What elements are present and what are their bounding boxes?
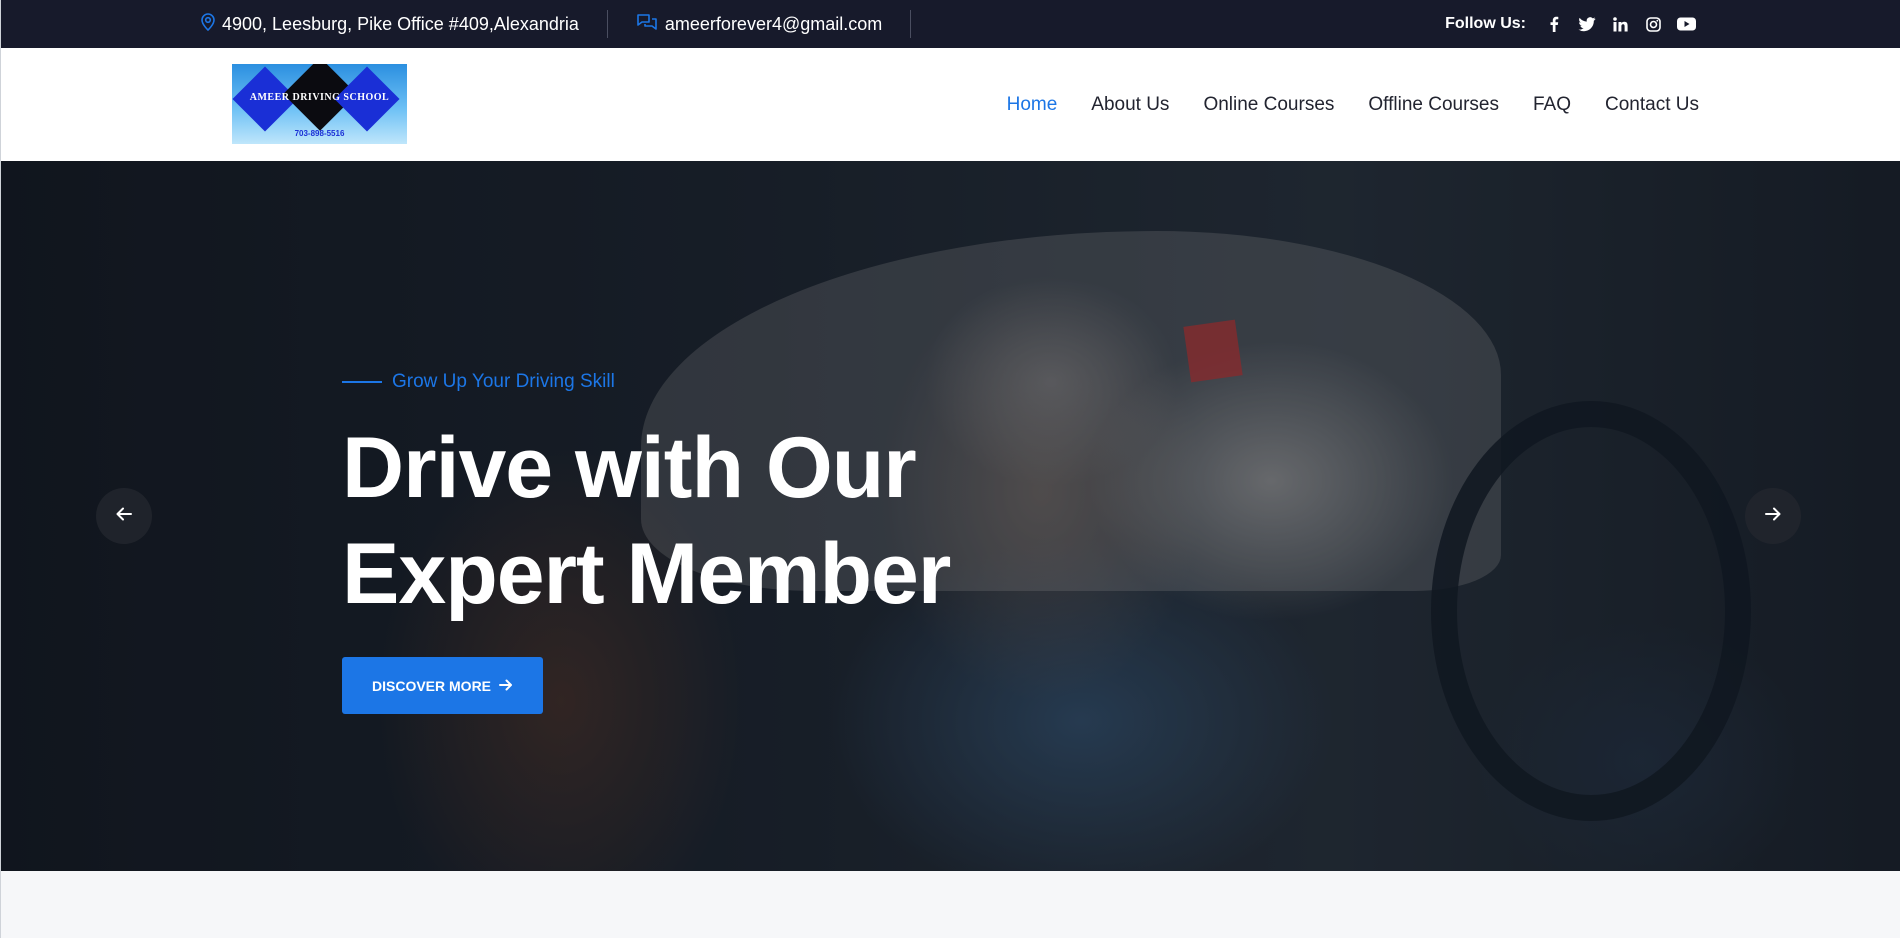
nav-home[interactable]: Home — [1007, 94, 1058, 116]
hero-subtitle-text: Grow Up Your Driving Skill — [392, 371, 615, 392]
chat-icon — [636, 13, 665, 36]
contact-info: 4900, Leesburg, Pike Office #409,Alexand… — [201, 0, 939, 48]
map-pin-icon — [201, 12, 222, 36]
linkedin-icon[interactable] — [1607, 11, 1633, 37]
arrow-right-icon — [491, 678, 513, 694]
topbar-divider — [910, 10, 912, 38]
discover-more-button[interactable]: DISCOVER MORE — [342, 657, 544, 714]
hero-subtitle: Grow Up Your Driving Skill — [342, 371, 950, 393]
nav-about-us[interactable]: About Us — [1091, 94, 1169, 116]
nav-offline-courses[interactable]: Offline Courses — [1368, 94, 1499, 116]
email-item[interactable]: ameerforever4@gmail.com — [636, 13, 882, 36]
social-links: Follow Us: — [1445, 0, 1699, 48]
hero-headline-line1: Drive with Our — [342, 420, 917, 516]
address-text: 4900, Leesburg, Pike Office #409,Alexand… — [222, 13, 579, 34]
main-nav: Home About Us Online Courses Offline Cou… — [973, 48, 1699, 161]
arrow-left-icon — [115, 506, 133, 527]
hero-headline-line2: Expert Member — [342, 526, 951, 622]
logo-text: AMEER DRIVING SCHOOL — [249, 92, 390, 103]
subtitle-line — [342, 381, 382, 383]
instagram-icon[interactable] — [1640, 11, 1666, 37]
email-text[interactable]: ameerforever4@gmail.com — [665, 14, 882, 35]
site-logo[interactable]: AMEER DRIVING SCHOOL 703-898-5516 — [232, 64, 407, 144]
topbar-divider — [606, 10, 608, 38]
slider-next-button[interactable] — [1745, 488, 1801, 544]
site-header: AMEER DRIVING SCHOOL 703-898-5516 Home A… — [1, 48, 1900, 161]
logo-phone: 703-898-5516 — [294, 129, 345, 138]
discover-more-label: DISCOVER MORE — [372, 677, 492, 694]
hero-slider: Grow Up Your Driving Skill Drive with Ou… — [1, 161, 1900, 871]
hero-headline: Drive with Our Expert Member — [342, 415, 951, 627]
nav-contact-us[interactable]: Contact Us — [1605, 94, 1699, 116]
hero-overlay — [1, 161, 1900, 871]
follow-label: Follow Us: — [1445, 15, 1526, 32]
page: 4900, Leesburg, Pike Office #409,Alexand… — [0, 0, 1900, 938]
arrow-right-icon — [1764, 506, 1782, 527]
address-item: 4900, Leesburg, Pike Office #409,Alexand… — [201, 12, 579, 36]
next-section — [1, 871, 1900, 938]
twitter-icon[interactable] — [1574, 11, 1600, 37]
nav-faq[interactable]: FAQ — [1533, 94, 1571, 116]
youtube-icon[interactable] — [1673, 11, 1699, 37]
nav-online-courses[interactable]: Online Courses — [1203, 94, 1334, 116]
facebook-icon[interactable] — [1541, 11, 1567, 37]
top-bar: 4900, Leesburg, Pike Office #409,Alexand… — [1, 0, 1900, 48]
slider-prev-button[interactable] — [96, 488, 152, 544]
hero-content: Grow Up Your Driving Skill Drive with Ou… — [342, 371, 951, 714]
